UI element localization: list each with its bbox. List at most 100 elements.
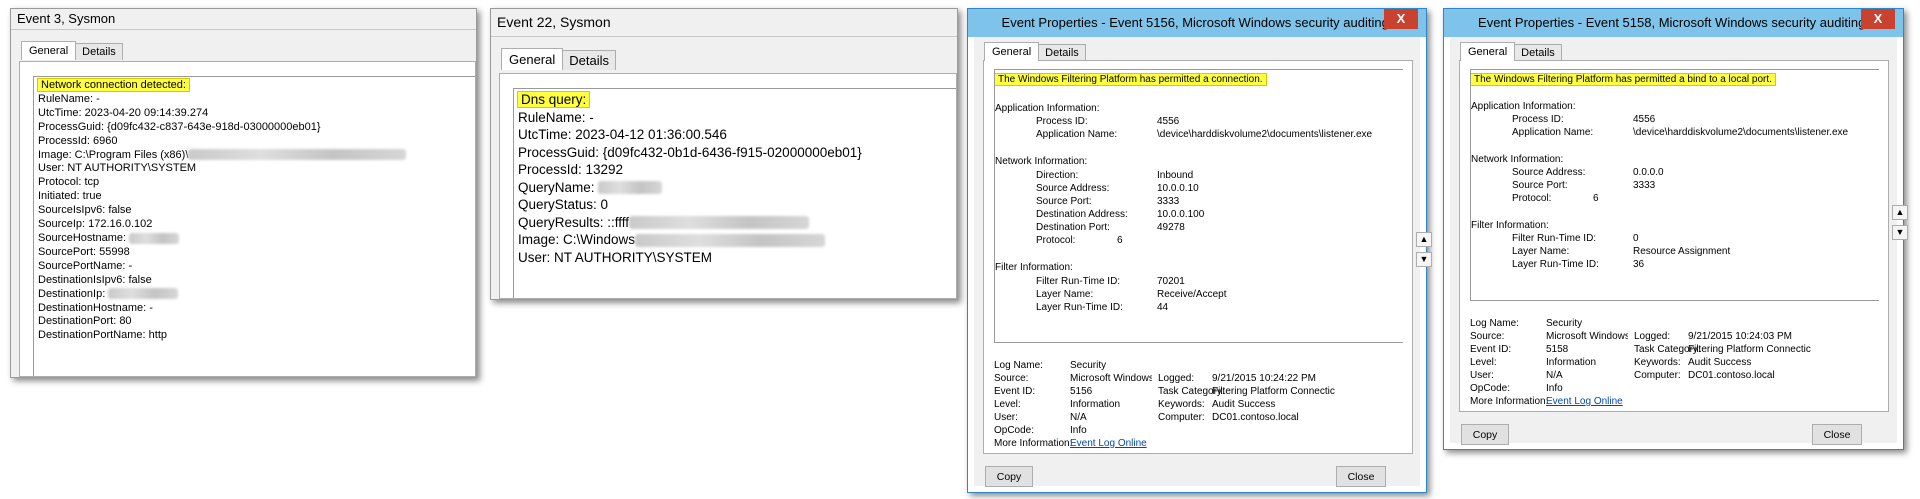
query-results-text: QueryResults: ::ffff xyxy=(518,214,630,230)
general-panel: The Windows Filtering Platform has permi… xyxy=(983,60,1413,454)
window-title: Event Properties - Event 5158, Microsoft… xyxy=(1478,15,1869,30)
opcode-value: Info xyxy=(1546,383,1563,394)
tab-general[interactable]: General xyxy=(501,48,564,70)
copy-button[interactable]: Copy xyxy=(985,466,1033,487)
close-button[interactable]: Close xyxy=(1336,466,1386,487)
field-value: 4556 xyxy=(1633,114,1656,125)
field-value: 49278 xyxy=(1157,222,1185,233)
field-value: Inbound xyxy=(1157,170,1194,181)
logged-label: Logged: xyxy=(1634,331,1671,342)
tab-details[interactable]: Details xyxy=(1038,44,1086,61)
field-value: 10.0.0.10 xyxy=(1157,183,1199,194)
redacted-region xyxy=(635,233,826,247)
redacted-region xyxy=(188,149,407,161)
section-heading: Network Information: xyxy=(1471,154,1564,165)
tab-general[interactable]: General xyxy=(1460,42,1516,61)
field-label: Destination Address: xyxy=(1036,209,1128,220)
user-value: N/A xyxy=(1546,370,1563,381)
log-name-value: Security xyxy=(1070,360,1107,371)
description-line: UtcTime: 2023-04-20 09:14:39.274 xyxy=(38,106,209,119)
field-value: 3333 xyxy=(1157,196,1180,207)
description-line: ProcessGuid: {d09fc432-0b1d-6436-f915-02… xyxy=(518,144,862,160)
opcode-label: OpCode: xyxy=(1470,383,1511,394)
field-label: Layer Name: xyxy=(1036,289,1094,300)
description-line: Initiated: true xyxy=(38,190,102,203)
copy-button[interactable]: Copy xyxy=(1461,424,1509,445)
section-heading: Application Information: xyxy=(995,103,1100,114)
tab-general[interactable]: General xyxy=(21,41,77,60)
description-line: SourceHostname: xyxy=(38,232,471,246)
description-line: UtcTime: 2023-04-12 01:36:00.546 xyxy=(518,127,727,142)
event-log-online-link[interactable]: Event Log Online xyxy=(1070,438,1147,449)
description-line: DestinationPort: 80 xyxy=(38,315,132,328)
more-information-label: More Information: xyxy=(994,438,1073,449)
section-heading: Filter Information: xyxy=(995,262,1073,273)
field-value: \device\harddiskvolume2\documents\listen… xyxy=(1157,129,1373,140)
field-value: Receive/Accept xyxy=(1157,289,1227,300)
field-value: 6 xyxy=(1593,193,1599,204)
event-description: The Windows Filtering Platform has permi… xyxy=(1470,69,1879,301)
image-path-text: Image: C:\Windows xyxy=(518,232,636,247)
description-line: SourcePort: 55998 xyxy=(38,245,130,258)
level-value: Information xyxy=(1070,399,1121,410)
field-value: Resource Assignment xyxy=(1633,246,1731,257)
highlighted-headline: The Windows Filtering Platform has permi… xyxy=(1471,73,1776,86)
destination-ip-text: DestinationIp: xyxy=(38,287,106,300)
redacted-region xyxy=(108,288,179,300)
field-label: Layer Run-Time ID: xyxy=(1512,259,1599,270)
tab-strip: General Details xyxy=(501,48,616,70)
log-name-label: Log Name: xyxy=(1470,318,1519,329)
close-button[interactable]: Close xyxy=(1812,424,1862,445)
redacted-region xyxy=(129,232,180,244)
redacted-region xyxy=(629,216,810,230)
field-label: Process ID: xyxy=(1036,116,1088,127)
opcode-label: OpCode: xyxy=(994,425,1035,436)
tab-general[interactable]: General xyxy=(984,42,1040,61)
computer-label: Computer: xyxy=(1634,370,1681,381)
keywords-value: Audit Success xyxy=(1688,357,1752,368)
description-line: RuleName: - xyxy=(38,92,100,105)
description-line: DestinationIsIpv6: false xyxy=(38,273,152,286)
highlighted-headline: The Windows Filtering Platform has permi… xyxy=(995,73,1267,86)
field-label: Direction: xyxy=(1036,170,1079,181)
task-category-value: Filtering Platform Connectic xyxy=(1688,344,1811,355)
field-label: Destination Port: xyxy=(1036,222,1110,233)
event-log-online-link[interactable]: Event Log Online xyxy=(1546,396,1623,407)
event-description: The Windows Filtering Platform has permi… xyxy=(994,69,1403,343)
redacted-region xyxy=(598,181,663,195)
close-window-button[interactable]: X xyxy=(1384,9,1418,29)
up-arrow-icon[interactable]: ▲ xyxy=(1892,205,1908,220)
up-arrow-icon[interactable]: ▲ xyxy=(1416,232,1432,247)
event-description: Dns query: RuleName: - UtcTime: 2023-04-… xyxy=(513,88,956,298)
user-label: User: xyxy=(1470,370,1494,381)
field-value: 4556 xyxy=(1157,116,1180,127)
general-panel: Network connection detected: RuleName: -… xyxy=(19,61,476,377)
description-line: DestinationHostname: - xyxy=(38,301,153,314)
close-window-button[interactable]: X xyxy=(1861,9,1895,29)
down-arrow-icon[interactable]: ▼ xyxy=(1892,225,1908,240)
event-id-label: Event ID: xyxy=(1470,344,1512,355)
description-line: DestinationIp: xyxy=(38,288,471,302)
logged-value: 9/21/2015 10:24:22 PM xyxy=(1212,373,1316,384)
event-id-value: 5158 xyxy=(1546,344,1569,355)
field-label: Protocol: xyxy=(1512,193,1552,204)
keywords-label: Keywords: xyxy=(1634,357,1681,368)
description-line: User: NT AUTHORITY\SYSTEM xyxy=(38,162,197,175)
down-arrow-icon[interactable]: ▼ xyxy=(1416,252,1432,267)
tab-details[interactable]: Details xyxy=(562,50,616,70)
user-label: User: xyxy=(994,412,1018,423)
opcode-value: Info xyxy=(1070,425,1087,436)
logged-value: 9/21/2015 10:24:03 PM xyxy=(1688,331,1792,342)
log-name-value: Security xyxy=(1546,318,1583,329)
source-value: Microsoft Windows sec xyxy=(1070,373,1152,384)
field-label: Filter Run-Time ID: xyxy=(1512,233,1597,244)
window-title: Event 3, Sysmon xyxy=(11,9,476,30)
level-label: Level: xyxy=(994,399,1021,410)
tab-details[interactable]: Details xyxy=(75,43,123,60)
event3-sysmon-window: Event 3, Sysmon General Details Network … xyxy=(10,8,477,378)
window-title: Event 22, Sysmon xyxy=(491,9,957,37)
field-value: 3333 xyxy=(1633,180,1656,191)
field-label: Protocol: xyxy=(1036,235,1076,246)
query-name-text: QueryName: xyxy=(518,179,595,195)
tab-details[interactable]: Details xyxy=(1514,44,1562,61)
